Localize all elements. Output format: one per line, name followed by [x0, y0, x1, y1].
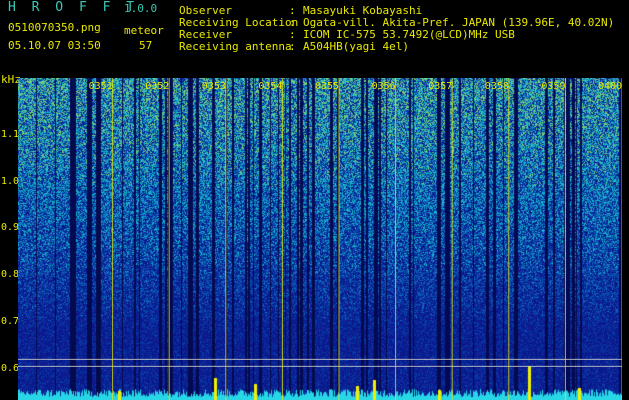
- spectrogram-panel: 0351 0352 0353 0354 0355 0356 0357 0358 0359 0400: [18, 78, 622, 400]
- spectrogram-overlay: 0351 0352 0353 0354 0355 0356 0357 0358 0359 0400: [18, 78, 622, 400]
- frequency-tick-label: 0.7: [1, 315, 20, 327]
- minute-tick-label: 0356: [372, 81, 396, 92]
- minute-tick-label: 0354: [258, 81, 282, 92]
- frequency-tick-label: 1.1: [1, 128, 20, 140]
- capture-datetime: 05.10.07 03:50: [8, 39, 101, 52]
- meteor-count: 57: [139, 39, 153, 52]
- image-filename: 0510070350.png: [8, 21, 101, 34]
- meteor-label: meteor: [124, 24, 164, 37]
- frequency-tick-label: 0.9: [1, 222, 20, 234]
- minute-tick-label: 0355: [315, 81, 339, 92]
- minute-tick-label: 0358: [485, 81, 509, 92]
- frequency-tick-label: 0.8: [1, 269, 20, 281]
- info-row-antenna: Receiving antenna: A504HB(yagi 4el): [179, 41, 409, 53]
- frequency-tick-label: 0.6: [1, 362, 20, 374]
- app-version: 1.0.0: [124, 2, 158, 15]
- minute-tick-label: 0357: [428, 81, 452, 92]
- minute-tick-label: 0351: [89, 81, 113, 92]
- info-value: A504HB(yagi 4el): [303, 40, 409, 53]
- minute-tick-label: 0400: [598, 81, 622, 92]
- frequency-tick-label: 1.0: [1, 175, 20, 187]
- minute-tick-label: 0352: [145, 81, 169, 92]
- app-title: H R O F F T: [8, 0, 139, 15]
- minute-tick-label: 0359: [541, 81, 565, 92]
- info-separator: :: [289, 40, 296, 53]
- minute-tick-label: 0353: [202, 81, 226, 92]
- info-label: Receiving antenna: [179, 40, 292, 53]
